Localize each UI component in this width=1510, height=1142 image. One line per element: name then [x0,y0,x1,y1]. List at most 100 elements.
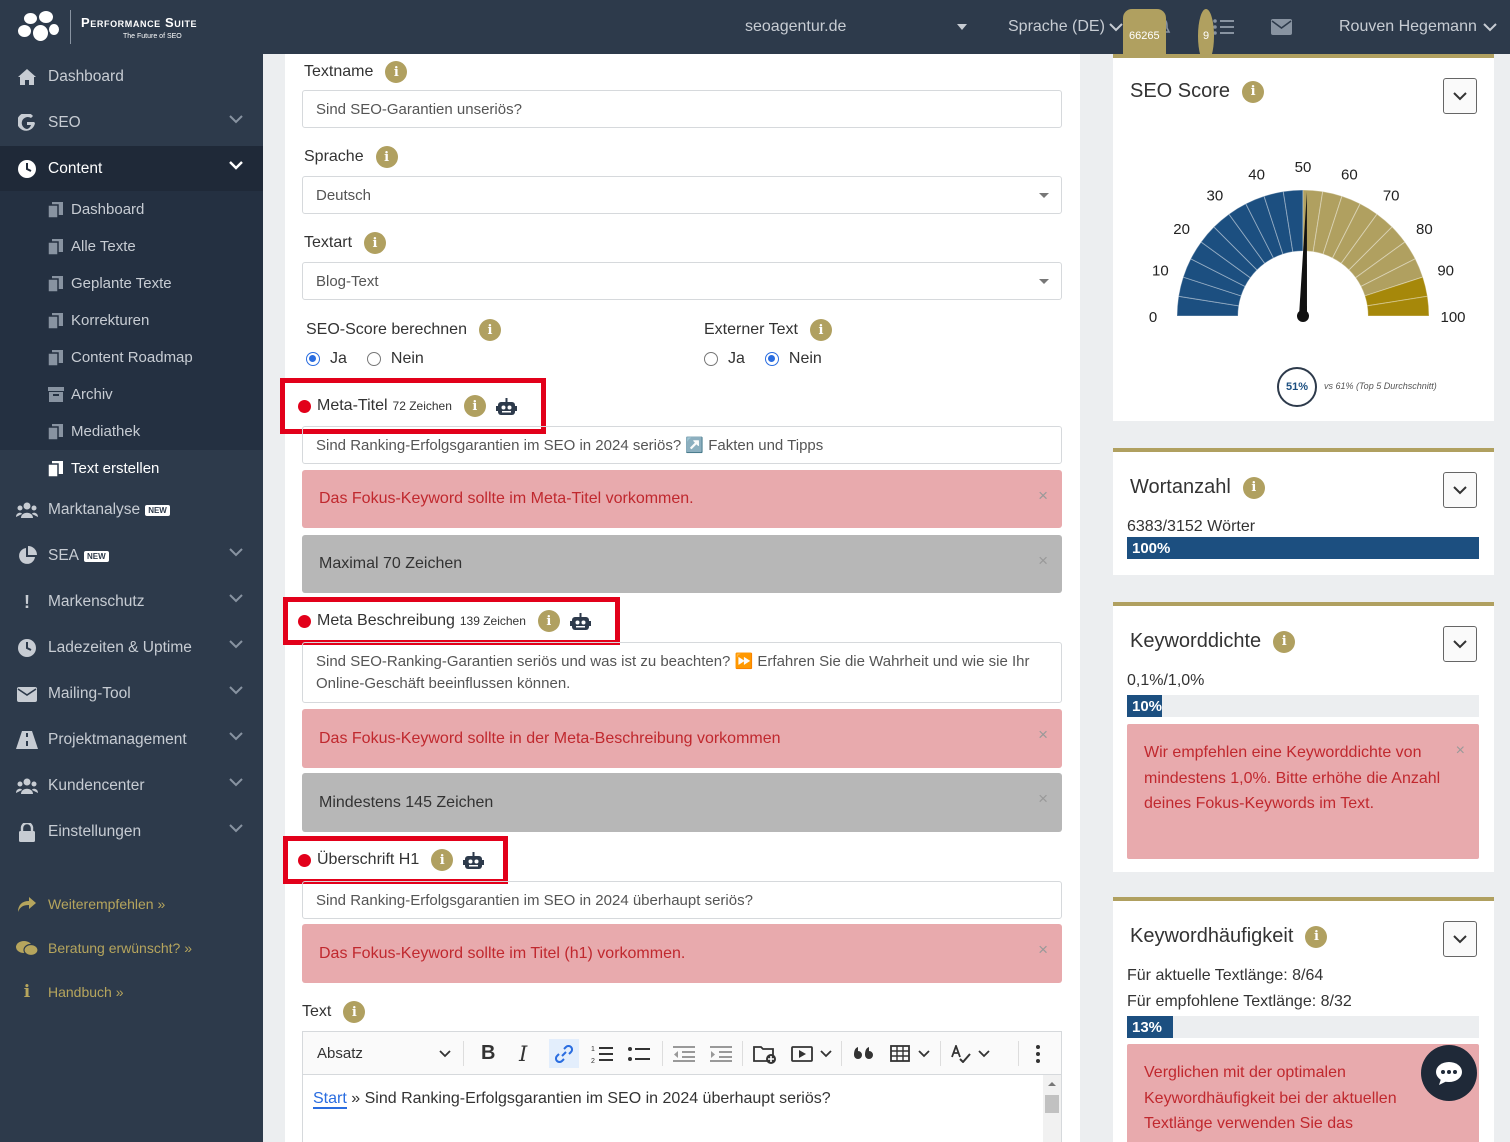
info-icon[interactable]: i [1242,476,1265,499]
outdent-icon[interactable] [673,1032,695,1075]
chevron-down-icon[interactable] [957,0,967,54]
sidebar-item-projektmanagement[interactable]: Projektmanagement [0,717,263,763]
sidebar-sub-text-erstellen[interactable]: Text erstellen [0,450,263,487]
editor-link[interactable]: Start [313,1090,347,1109]
spellcheck-icon[interactable] [951,1032,971,1075]
sidebar-item-markenschutz[interactable]: ! Markenschutz [0,579,263,625]
meta-title-input[interactable]: Sind Ranking-Erfolgsgarantien im SEO in … [302,426,1062,464]
chevron-down-icon[interactable] [439,1032,451,1075]
sidebar-sub-mediathek[interactable]: Mediathek [0,413,263,450]
keywordhaeufigkeit-toggle[interactable] [1443,921,1477,957]
table-icon[interactable] [890,1032,910,1075]
lock-icon [16,822,38,842]
indent-icon[interactable] [710,1032,732,1075]
chevron-down-icon [1453,639,1467,648]
sprache-select[interactable]: Deutsch [302,176,1062,214]
robot-icon[interactable] [463,851,485,869]
info-icon[interactable]: i [809,319,832,341]
robot-icon[interactable] [495,397,517,415]
sidebar-item-marktanalyse[interactable]: Marktanalyse NEW [0,487,263,533]
info-icon[interactable]: i [1305,925,1328,948]
user-menu[interactable]: Rouven Hegemann [1339,0,1497,54]
link-icon[interactable] [549,1039,579,1068]
sidebar-sub-archiv[interactable]: Archiv [0,376,263,413]
editor-scrollbar[interactable] [1043,1075,1061,1142]
seo-score-nein-radio[interactable]: Nein [366,350,424,368]
media-icon[interactable] [791,1032,813,1075]
info-icon[interactable]: i [1273,630,1296,653]
chevron-down-icon[interactable] [918,1032,930,1075]
extern-nein-radio[interactable]: Nein [764,350,822,368]
tasks-icon[interactable] [1213,0,1235,54]
envelope-icon[interactable] [1271,0,1292,54]
sidebar-sub-content-roadmap[interactable]: Content Roadmap [0,339,263,376]
sidebar-item-einstellungen[interactable]: Einstellungen [0,809,263,855]
close-icon[interactable]: × [1038,725,1048,745]
info-icon[interactable]: i [364,232,387,254]
info-icon[interactable]: i [375,146,398,168]
chat-button[interactable] [1421,1045,1477,1101]
sidebar: Dashboard SEO Content Dashboard Alle Tex… [0,54,263,1142]
sidebar-link-weiterempfehlen[interactable]: Weiterempfehlen » [0,882,263,926]
sidebar-item-dashboard[interactable]: Dashboard [0,54,263,100]
seo-score-toggle[interactable] [1443,78,1477,114]
info-icon[interactable]: i [431,849,454,871]
seo-score-ja-radio[interactable]: Ja [306,350,347,368]
info-icon[interactable]: i [463,395,486,417]
copy-icon [48,201,64,218]
meta-description-textarea[interactable]: Sind SEO-Ranking-Garantien seriös und wa… [302,642,1062,703]
sidebar-item-kundencenter[interactable]: Kundencenter [0,763,263,809]
numbered-list-icon[interactable]: 12 [591,1032,613,1075]
wortanzahl-toggle[interactable] [1443,472,1477,508]
close-icon[interactable]: × [1038,789,1048,809]
sidebar-item-sea[interactable]: SEA NEW [0,533,263,579]
sidebar-link-handbuch[interactable]: i Handbuch » [0,970,263,1014]
text-editor[interactable]: Absatz B I 12 Start » Sind Ranking-Erfol… [302,1031,1062,1142]
keyworddichte-toggle[interactable] [1443,626,1477,662]
sidebar-link-beratung[interactable]: Beratung erwünscht? » [0,926,263,970]
chevron-down-icon [229,732,243,741]
chevron-down-icon[interactable] [820,1032,832,1075]
textname-input[interactable]: Sind SEO-Garantien unseriös? [302,90,1062,128]
editor-content[interactable]: Start » Sind Ranking-Erfolgsgarantien im… [313,1090,831,1109]
close-icon[interactable]: × [1038,551,1048,571]
clock-icon [16,638,38,658]
h1-label: Überschrift H1 i [283,836,508,884]
app-tagline: The Future of SEO [123,32,182,40]
folder-image-icon[interactable] [753,1032,777,1075]
close-icon[interactable]: × [1038,486,1048,506]
sidebar-sub-alle-texte[interactable]: Alle Texte [0,228,263,265]
info-icon[interactable]: i [478,319,501,341]
project-select[interactable]: seoagentur.de [745,0,846,54]
info-icon[interactable]: i [1242,80,1265,103]
chevron-down-icon [229,686,243,695]
sidebar-sub-dashboard[interactable]: Dashboard [0,191,263,228]
bullet-list-icon[interactable] [628,1032,650,1075]
sidebar-item-ladezeiten[interactable]: Ladezeiten & Uptime [0,625,263,671]
format-select[interactable]: Absatz [317,1032,363,1075]
chevron-down-icon[interactable] [978,1032,990,1075]
sidebar-item-seo[interactable]: SEO [0,100,263,146]
language-select[interactable]: Sprache (DE) [1008,0,1123,54]
status-dot [298,399,311,413]
sidebar-item-content[interactable]: Content [0,146,263,191]
info-icon[interactable]: i [385,61,408,83]
more-options-icon[interactable] [1036,1032,1040,1075]
bold-icon[interactable]: B [481,1032,495,1075]
italic-icon[interactable]: I [519,1032,527,1075]
close-icon[interactable]: × [1038,940,1048,960]
logo[interactable]: Performance Suite The Future of SEO [0,0,263,54]
info-icon[interactable]: i [537,610,560,632]
chat-icon [1436,1062,1462,1085]
blockquote-icon[interactable] [854,1032,874,1075]
sidebar-item-mailing-tool[interactable]: Mailing-Tool [0,671,263,717]
extern-ja-radio[interactable]: Ja [704,350,745,368]
info-icon[interactable]: i [343,1001,366,1023]
sidebar-sub-korrekturen[interactable]: Korrekturen [0,302,263,339]
close-icon[interactable]: × [1456,738,1465,764]
h1-input[interactable]: Sind Ranking-Erfolgsgarantien im SEO in … [302,881,1062,919]
sidebar-sub-geplante-texte[interactable]: Geplante Texte [0,265,263,302]
robot-icon[interactable] [569,612,591,630]
keywordhaeufigkeit-progress: 13% [1127,1016,1479,1038]
textart-select[interactable]: Blog-Text [302,262,1062,300]
